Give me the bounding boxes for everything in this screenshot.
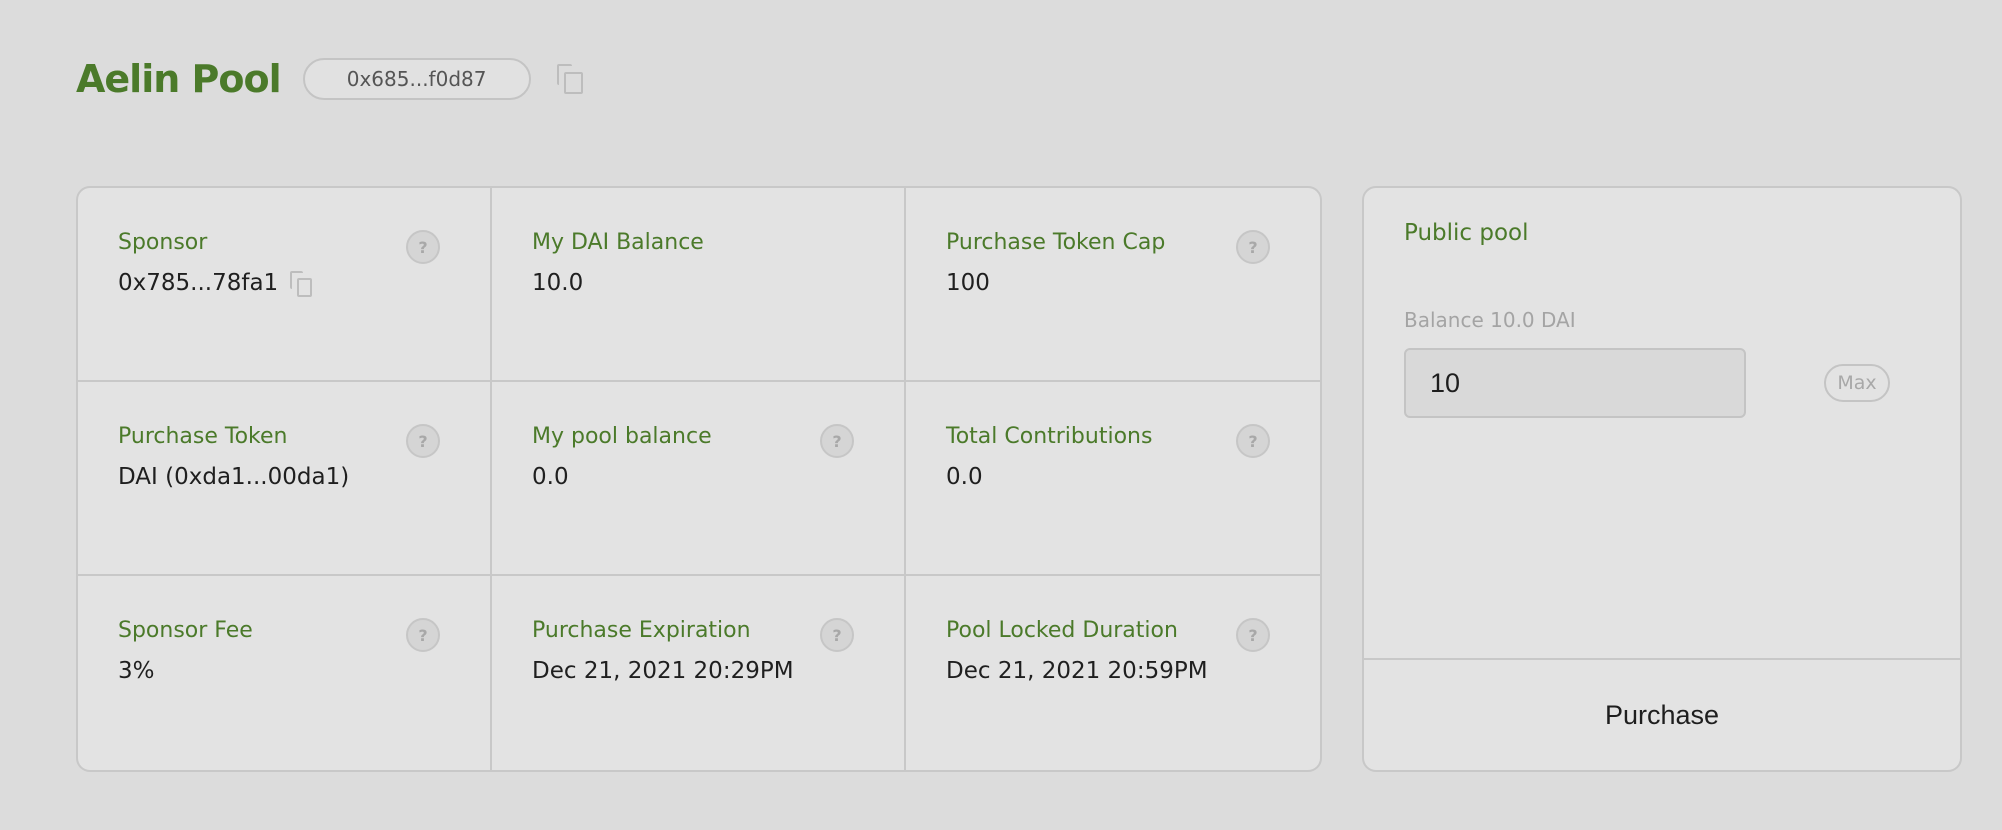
stat-value: Dec 21, 2021 20:59PM: [946, 658, 1208, 685]
max-button[interactable]: Max: [1824, 364, 1890, 402]
stat-my-pool-balance: My pool balance 0.0 ?: [492, 382, 906, 576]
purchase-button[interactable]: Purchase: [1364, 660, 1960, 770]
stat-value: 0.0: [946, 464, 983, 491]
help-icon[interactable]: ?: [406, 230, 440, 264]
stat-value: 0x785...78fa1: [118, 270, 452, 298]
stat-label: My pool balance: [532, 424, 712, 449]
stat-sponsor: Sponsor 0x785...78fa1 ?: [78, 188, 492, 382]
stat-label: Purchase Token Cap: [946, 230, 1166, 255]
copy-icon[interactable]: [556, 64, 583, 94]
help-icon[interactable]: ?: [406, 618, 440, 652]
stat-label: Sponsor: [118, 230, 208, 255]
help-icon[interactable]: ?: [406, 424, 440, 458]
help-icon[interactable]: ?: [820, 424, 854, 458]
stat-sponsor-fee: Sponsor Fee 3% ?: [78, 576, 492, 770]
pool-header: Aelin Pool 0x685...f0d87: [76, 52, 583, 106]
stat-value: DAI (0xda1...00da1): [118, 464, 350, 491]
stat-value: 10.0: [532, 270, 584, 297]
pool-type-label: Public pool: [1404, 220, 1529, 246]
stat-value: 100: [946, 270, 990, 297]
help-icon[interactable]: ?: [1236, 424, 1270, 458]
stat-label: Pool Locked Duration: [946, 618, 1178, 643]
pool-stats-card: Sponsor 0x785...78fa1 ? My DAI Balance 1…: [76, 186, 1322, 772]
copy-icon[interactable]: [290, 271, 313, 298]
help-icon[interactable]: ?: [1236, 618, 1270, 652]
purchase-amount-input[interactable]: [1404, 348, 1746, 418]
copy-icon-front: [564, 71, 583, 94]
stat-label: Sponsor Fee: [118, 618, 253, 643]
stat-label: Purchase Expiration: [532, 618, 751, 643]
purchase-panel: Public pool Balance 10.0 DAI Max Purchas…: [1362, 186, 1962, 772]
copy-icon-front: [296, 277, 313, 298]
stat-pool-locked-duration: Pool Locked Duration Dec 21, 2021 20:59P…: [906, 576, 1320, 770]
balance-label: Balance 10.0 DAI: [1404, 308, 1576, 332]
stat-value: 0.0: [532, 464, 569, 491]
help-icon[interactable]: ?: [820, 618, 854, 652]
pool-address-badge[interactable]: 0x685...f0d87: [302, 58, 531, 100]
stat-my-dai-balance: My DAI Balance 10.0: [492, 188, 906, 382]
stat-label: My DAI Balance: [532, 230, 704, 255]
stat-value: 3%: [118, 658, 155, 685]
stat-label: Total Contributions: [946, 424, 1153, 449]
stat-purchase-token-cap: Purchase Token Cap 100 ?: [906, 188, 1320, 382]
page-title: Aelin Pool: [76, 57, 282, 101]
stat-purchase-expiration: Purchase Expiration Dec 21, 2021 20:29PM…: [492, 576, 906, 770]
sponsor-address: 0x785...78fa1: [118, 270, 279, 297]
stat-purchase-token: Purchase Token DAI (0xda1...00da1) ?: [78, 382, 492, 576]
stat-value: Dec 21, 2021 20:29PM: [532, 658, 794, 685]
stat-total-contributions: Total Contributions 0.0 ?: [906, 382, 1320, 576]
help-icon[interactable]: ?: [1236, 230, 1270, 264]
stat-label: Purchase Token: [118, 424, 288, 449]
